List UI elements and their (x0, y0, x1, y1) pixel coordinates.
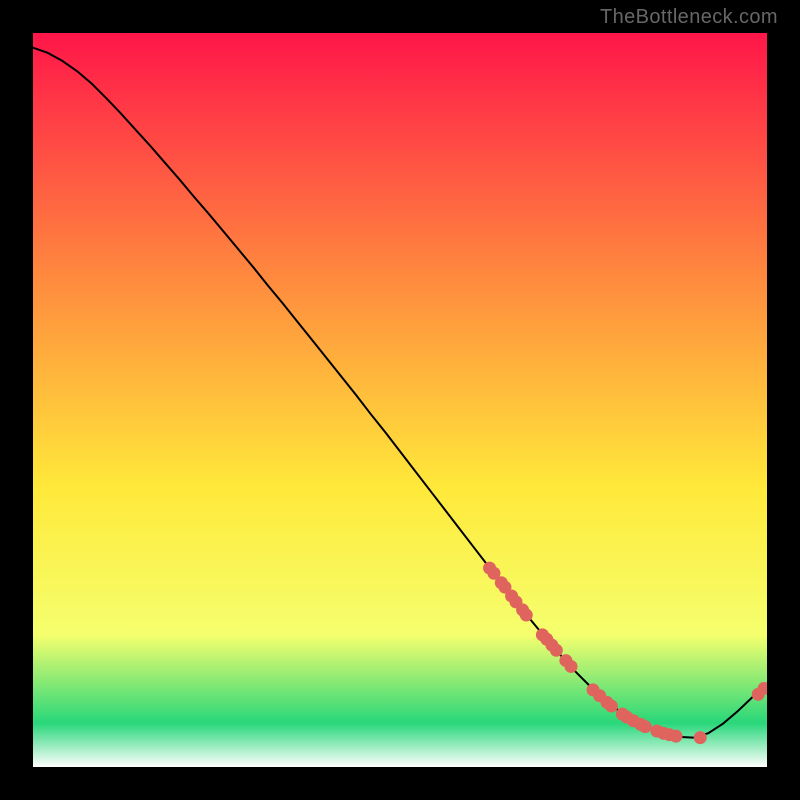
data-point (669, 730, 682, 743)
chart-svg (33, 33, 767, 767)
data-point (639, 720, 652, 733)
data-point (565, 660, 578, 673)
chart-container: TheBottleneck.com (0, 0, 800, 800)
plot-area (33, 33, 767, 767)
data-point (605, 700, 618, 713)
data-point (694, 731, 707, 744)
data-point (550, 644, 563, 657)
watermark-text: TheBottleneck.com (600, 6, 778, 29)
data-point (520, 609, 533, 622)
gradient-background (33, 33, 767, 767)
